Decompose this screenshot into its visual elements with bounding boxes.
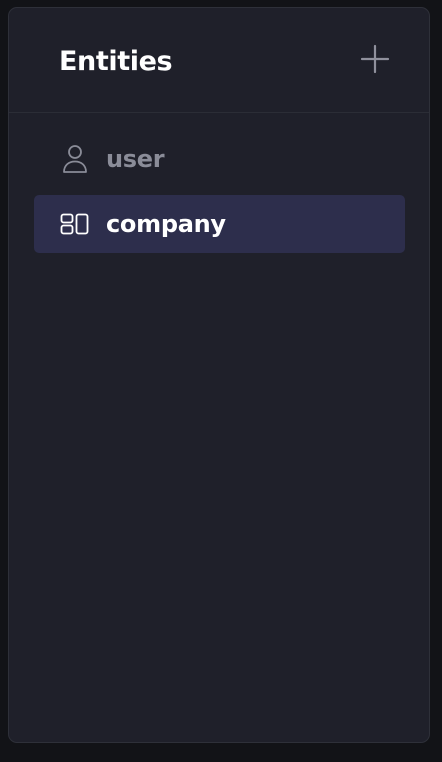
- entity-list: user company: [34, 130, 405, 260]
- entity-item-user[interactable]: user: [34, 130, 405, 188]
- add-entity-button[interactable]: [357, 41, 393, 77]
- user-icon: [59, 143, 91, 175]
- entities-panel: Entities user company: [8, 7, 430, 743]
- panel-title: Entities: [59, 46, 173, 77]
- entity-label: user: [106, 145, 165, 173]
- plus-icon: [360, 44, 390, 74]
- panel-header: Entities: [9, 8, 429, 113]
- entity-label: company: [106, 210, 226, 238]
- layout-blocks-icon: [59, 208, 91, 240]
- entity-item-company[interactable]: company: [34, 195, 405, 253]
